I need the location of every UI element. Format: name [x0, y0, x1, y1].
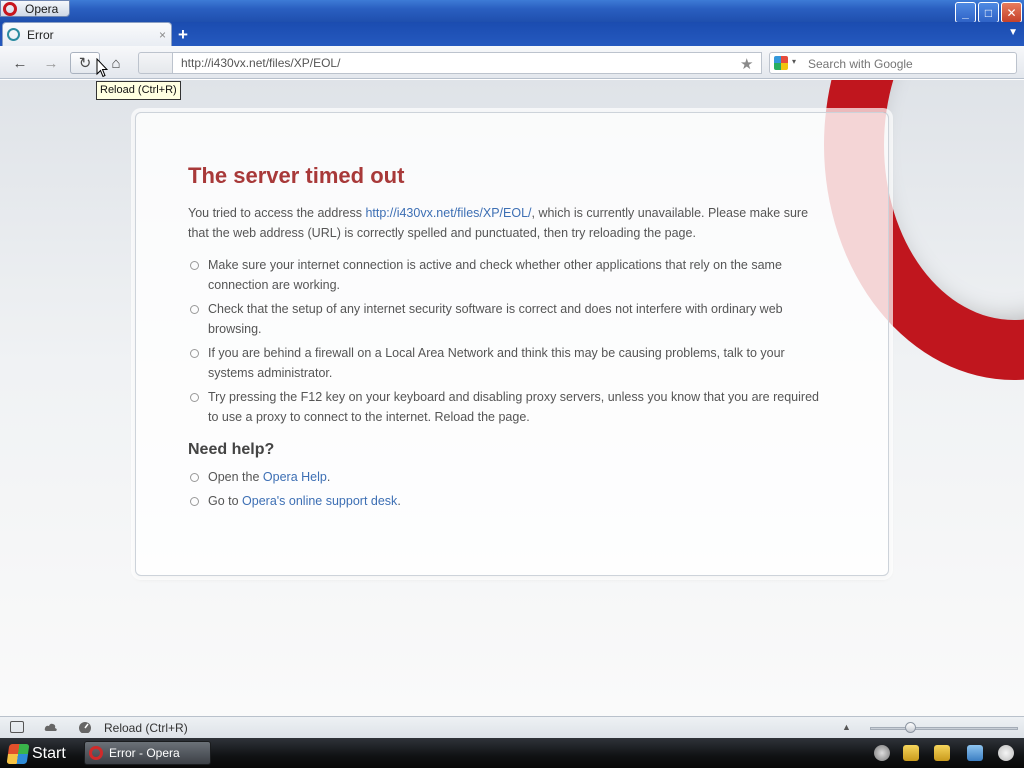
taskbar-item-label: Error - Opera [109, 746, 180, 760]
forward-button[interactable]: → [40, 52, 62, 74]
tray-notification-icon[interactable] [903, 745, 919, 761]
search-engine-dropdown-icon[interactable]: ▾ [792, 57, 796, 66]
status-text: Reload (Ctrl+R) [104, 721, 188, 735]
error-favicon-icon [7, 28, 20, 41]
tab-bar: Error × + ▼ [0, 22, 1024, 46]
reload-tooltip: Reload (Ctrl+R) [96, 81, 181, 100]
opera-logo-icon [3, 1, 17, 16]
minimize-button[interactable]: _ [955, 2, 976, 23]
chevron-up-icon[interactable]: ▲ [842, 722, 851, 732]
page-content: The server timed out You tried to access… [0, 80, 1024, 716]
help-2-suffix: . [397, 494, 401, 508]
search-input[interactable] [808, 55, 1013, 72]
error-intro: You tried to access the address http://i… [188, 203, 828, 243]
panel-toggle-icon[interactable] [10, 721, 24, 733]
list-item: Open the Opera Help. [188, 467, 828, 487]
error-card: The server timed out You tried to access… [135, 112, 889, 576]
navigation-toolbar: ← → ↻ ⌂ ★ ▾ [0, 46, 1024, 79]
opera-unite-icon[interactable] [44, 721, 58, 733]
help-title: Need help? [188, 441, 275, 458]
start-button[interactable]: Start [0, 739, 76, 768]
tab-label: Error [27, 27, 54, 42]
tray-power-icon[interactable] [934, 745, 950, 761]
home-button[interactable]: ⌂ [105, 52, 127, 74]
bookmark-star-icon[interactable]: ★ [740, 55, 753, 73]
search-box: ▾ [769, 52, 1017, 74]
support-desk-link[interactable]: Opera's online support desk [242, 494, 397, 508]
opera-logo-icon [89, 746, 103, 760]
google-icon[interactable] [774, 56, 788, 70]
zoom-slider-handle[interactable] [905, 722, 916, 733]
opera-menu-label: Opera [25, 1, 59, 16]
intro-prefix: You tried to access the address [188, 206, 366, 220]
help-1-suffix: . [326, 470, 331, 484]
opera-help-link[interactable]: Opera Help [263, 470, 327, 484]
list-item: Make sure your internet connection is ac… [188, 255, 828, 295]
help-2-prefix: Go to [208, 494, 243, 508]
list-item: Check that the setup of any internet sec… [188, 299, 828, 339]
tray-clock-icon[interactable] [998, 745, 1014, 761]
address-field[interactable] [172, 52, 762, 74]
opera-menu-button[interactable]: Opera [0, 0, 70, 17]
help-1-prefix: Open the [208, 470, 263, 484]
error-title: The server timed out [188, 163, 405, 188]
list-item: Try pressing the F12 key on your keyboar… [188, 387, 828, 427]
tips-list: Make sure your internet connection is ac… [188, 255, 828, 427]
zoom-slider[interactable] [870, 727, 1018, 730]
status-bar: Reload (Ctrl+R) ▲ [0, 716, 1024, 738]
tab-error[interactable]: Error × [2, 22, 172, 46]
opera-turbo-icon[interactable] [78, 721, 92, 733]
start-label: Start [32, 744, 66, 762]
list-item: If you are behind a firewall on a Local … [188, 343, 828, 383]
tray-display-icon[interactable] [967, 745, 983, 761]
windows-logo-icon [6, 743, 30, 764]
new-tab-button[interactable]: + [178, 25, 188, 45]
taskbar-item-opera[interactable]: Error - Opera [84, 741, 211, 765]
tab-close-icon[interactable]: × [159, 28, 166, 42]
title-bar: Opera _ □ ✕ [0, 0, 1024, 23]
tab-menu-chevron-icon[interactable]: ▼ [1008, 27, 1018, 38]
tray-network-icon[interactable] [874, 745, 890, 761]
site-info-button[interactable] [138, 52, 172, 74]
maximize-button[interactable]: □ [978, 2, 999, 23]
taskbar: Start Error - Opera [0, 738, 1024, 768]
mouse-cursor-icon [96, 58, 108, 78]
help-list: Open the Opera Help. Go to Opera's onlin… [188, 467, 828, 511]
address-link[interactable]: http://i430vx.net/files/XP/EOL/ [365, 206, 531, 220]
list-item: Go to Opera's online support desk. [188, 491, 828, 511]
back-button[interactable]: ← [9, 52, 31, 74]
close-window-button[interactable]: ✕ [1001, 2, 1022, 23]
